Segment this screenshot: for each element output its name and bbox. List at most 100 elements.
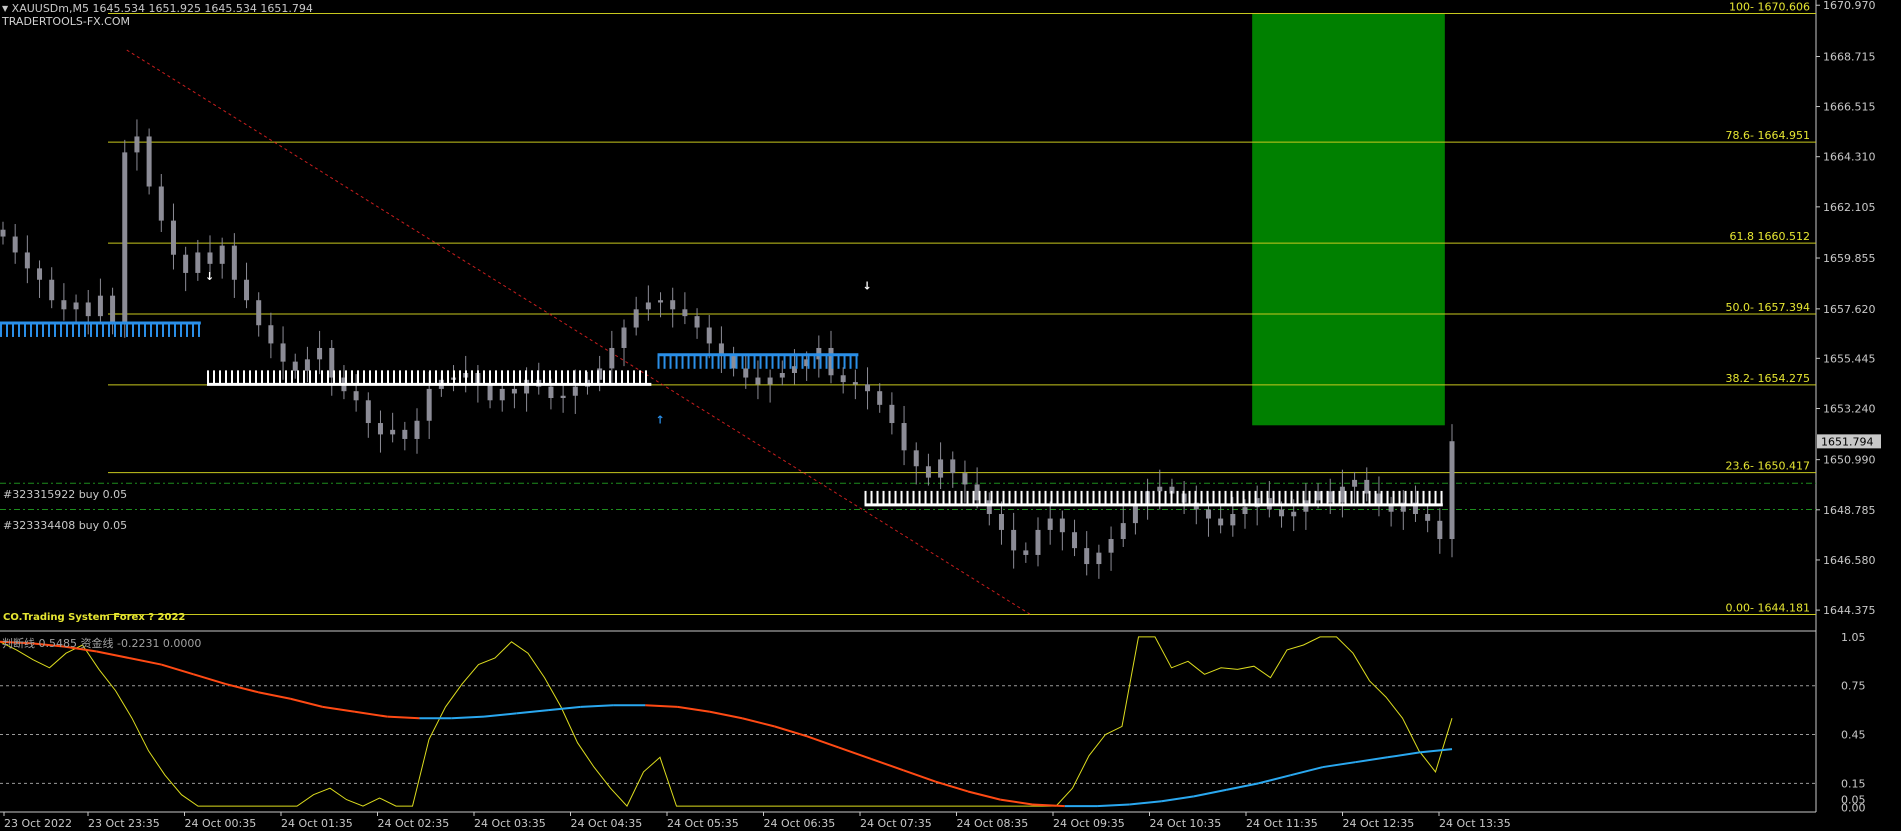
candle-body bbox=[12, 236, 18, 253]
candle-body bbox=[706, 327, 712, 344]
candle-body bbox=[377, 423, 383, 435]
candle-body bbox=[170, 220, 176, 255]
price-tick-label: 1655.445 bbox=[1823, 352, 1876, 365]
time-tick-label: 24 Oct 01:35 bbox=[281, 817, 353, 830]
candle-body bbox=[1425, 514, 1431, 521]
time-tick-label: 24 Oct 11:35 bbox=[1246, 817, 1318, 830]
chart-background bbox=[0, 0, 1901, 831]
price-tick-label: 1659.855 bbox=[1823, 252, 1876, 265]
candle-body bbox=[390, 429, 396, 435]
time-tick-label: 24 Oct 08:35 bbox=[957, 817, 1029, 830]
candle-body bbox=[146, 136, 152, 187]
sell-arrow-icon: ↓ bbox=[205, 270, 214, 283]
candle-body bbox=[1437, 520, 1443, 540]
watermark: TRADERTOOLS-FX.COM bbox=[2, 15, 131, 28]
candle-body bbox=[1230, 514, 1236, 526]
osc-tick-label: 0.75 bbox=[1841, 680, 1866, 693]
candle-body bbox=[85, 302, 91, 317]
candle-body bbox=[24, 252, 30, 269]
time-tick-label: 23 Oct 2022 bbox=[4, 817, 72, 830]
candle-body bbox=[158, 186, 164, 221]
candle-body bbox=[49, 279, 55, 301]
candle-body bbox=[1279, 509, 1285, 517]
candle-body bbox=[402, 429, 408, 439]
candle-body bbox=[195, 252, 201, 273]
price-tick-label: 1650.990 bbox=[1823, 454, 1876, 467]
osc-tick-label: 0.00 bbox=[1841, 802, 1866, 815]
price-tick-label: 1668.715 bbox=[1823, 51, 1876, 64]
candle-body bbox=[1364, 479, 1370, 494]
candle-body bbox=[1011, 529, 1017, 551]
candle-body bbox=[511, 388, 517, 394]
candle-body bbox=[219, 245, 225, 264]
osc-tick-label: 1.05 bbox=[1841, 631, 1866, 644]
order-label-1[interactable]: #323315922 buy 0.05 bbox=[3, 488, 127, 501]
order-label-2[interactable]: #323334408 buy 0.05 bbox=[3, 519, 127, 532]
time-tick-label: 24 Oct 06:35 bbox=[764, 817, 836, 830]
osc-tick-label: 0.45 bbox=[1841, 729, 1866, 742]
price-tick-label: 1657.620 bbox=[1823, 303, 1876, 316]
fib-level-label: 100- 1670.606 bbox=[1729, 1, 1810, 14]
osc-tick-label: 0.15 bbox=[1841, 777, 1866, 790]
candle-body bbox=[621, 327, 627, 348]
candle-body bbox=[304, 359, 310, 371]
system-label: CO.Trading System Forex ? 2022 bbox=[3, 612, 186, 623]
collapse-triangle-icon[interactable]: ▼ bbox=[2, 4, 8, 13]
price-tick-label: 1644.375 bbox=[1823, 604, 1876, 617]
candle-body bbox=[670, 300, 676, 310]
fib-level-label: 50.0- 1657.394 bbox=[1726, 301, 1810, 314]
candle-body bbox=[1218, 518, 1224, 526]
time-tick-label: 24 Oct 07:35 bbox=[860, 817, 932, 830]
candle-body bbox=[244, 279, 250, 301]
candle-body bbox=[122, 152, 128, 323]
price-tick-label: 1648.785 bbox=[1823, 504, 1876, 517]
time-tick-label: 24 Oct 13:35 bbox=[1439, 817, 1511, 830]
candle-body bbox=[962, 473, 968, 485]
candle-body bbox=[658, 300, 664, 303]
candle-body bbox=[633, 309, 639, 328]
candle-body bbox=[1205, 509, 1211, 519]
candle-body bbox=[268, 325, 274, 344]
oscillator-label: 判断线 0.5485 资金线 -0.2231 0.0000 bbox=[2, 637, 202, 650]
candle-body bbox=[767, 377, 773, 385]
candle-body bbox=[97, 295, 103, 317]
time-tick-label: 24 Oct 04:35 bbox=[571, 817, 643, 830]
candle-body bbox=[231, 245, 237, 280]
candle-body bbox=[426, 388, 432, 421]
trading-chart[interactable]: 100- 1670.606 78.6- 1664.951 61.8 1660.512… bbox=[0, 0, 1901, 831]
candle-body bbox=[1035, 529, 1041, 555]
candle-body bbox=[1339, 486, 1345, 503]
time-tick-label: 24 Oct 12:35 bbox=[1343, 817, 1415, 830]
fib-level-label: 0.00- 1644.181 bbox=[1726, 602, 1810, 615]
candle-body bbox=[134, 136, 140, 153]
price-tick-label: 1666.515 bbox=[1823, 101, 1876, 114]
candle-body bbox=[718, 343, 724, 355]
candle-body bbox=[183, 254, 189, 273]
candle-body bbox=[1108, 539, 1114, 553]
candle-body bbox=[207, 252, 213, 264]
symbol-header: ▼ XAUUSDm,M5 1645.534 1651.925 1645.534 … bbox=[2, 2, 313, 15]
candle-body bbox=[0, 229, 6, 237]
time-tick-label: 24 Oct 10:35 bbox=[1150, 817, 1222, 830]
candle-body bbox=[110, 295, 116, 323]
price-tick-label: 1653.240 bbox=[1823, 402, 1876, 415]
symbol-ohlc: XAUUSDm,M5 1645.534 1651.925 1645.534 16… bbox=[11, 2, 313, 15]
candle-body bbox=[548, 386, 554, 399]
candle-body bbox=[1132, 504, 1138, 524]
candle-body bbox=[280, 343, 286, 362]
candle-body bbox=[1449, 441, 1455, 540]
candle-body bbox=[1072, 532, 1078, 549]
candle-body bbox=[292, 361, 298, 371]
candle-body bbox=[743, 368, 749, 378]
candle-body bbox=[731, 354, 737, 369]
fib-level-label: 61.8 1660.512 bbox=[1730, 230, 1810, 243]
buy-arrow-icon: ↑ bbox=[656, 413, 665, 426]
candle-body bbox=[73, 302, 79, 310]
candle-body bbox=[414, 420, 420, 439]
candle-body bbox=[256, 300, 262, 326]
price-tick-label: 1664.310 bbox=[1823, 151, 1876, 164]
time-tick-label: 24 Oct 00:35 bbox=[185, 817, 257, 830]
price-tick-label: 1670.970 bbox=[1823, 0, 1876, 12]
candle-body bbox=[1084, 548, 1090, 565]
candle-body bbox=[925, 466, 931, 478]
